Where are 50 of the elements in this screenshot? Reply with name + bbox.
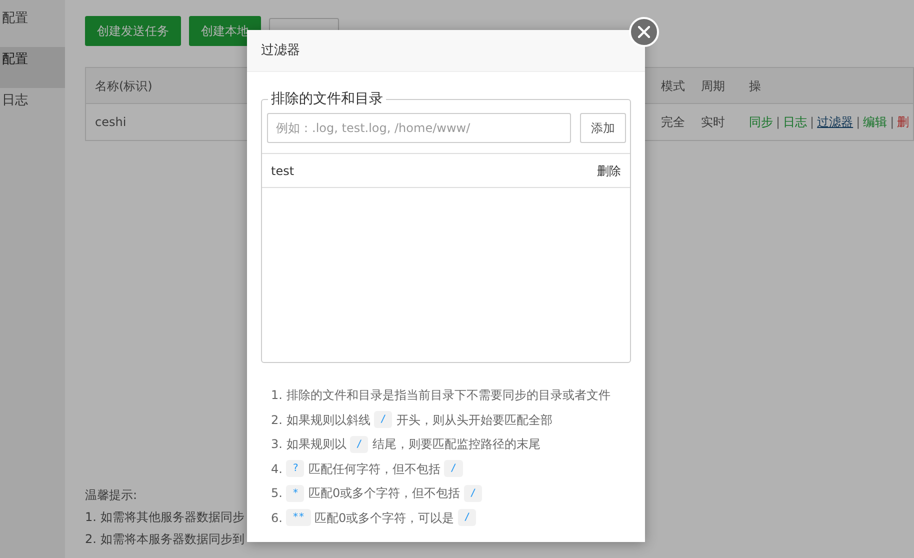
note-text: 3. 如果规则以 [271, 436, 346, 454]
sidebar-item[interactable]: 配置 [0, 47, 65, 88]
separator: | [890, 115, 894, 129]
column-header: 名称(标识) [95, 78, 152, 92]
entry-path: test [271, 162, 294, 180]
tip-line: 2. 如需将本服务器数据同步到 [85, 531, 244, 548]
action-link[interactable]: 过滤器 [817, 115, 854, 129]
code-chip: / [464, 484, 482, 502]
note-text: 开头，则从头开始要匹配全部 [396, 412, 552, 429]
note-text: 匹配0或多个字符，但不包括 [308, 485, 460, 502]
action-link[interactable]: 编辑 [863, 115, 888, 129]
tip-line: 1. 如需将其他服务器数据同步 [85, 509, 244, 526]
separator: | [810, 115, 814, 129]
table-cell: 实时 [701, 115, 725, 129]
note-text: 结尾，则要匹配监控路径的末尾 [372, 436, 540, 454]
note-text: 匹配任何字符，但不包括 [308, 460, 440, 478]
sidebar-item[interactable]: 日志 [0, 88, 28, 129]
close-icon [638, 26, 650, 38]
code-chip: * [286, 484, 304, 502]
code-chip: / [350, 436, 368, 453]
tips-title: 温馨提示: [85, 487, 138, 504]
note-text: 2. 如果规则以斜线 [271, 412, 370, 429]
close-button[interactable] [629, 17, 659, 47]
action-link[interactable]: 删 [897, 115, 910, 129]
separator: | [776, 115, 780, 129]
note-text: 匹配0或多个字符，可以是 [314, 510, 454, 527]
delete-link[interactable]: 删除 [597, 162, 621, 180]
column-header: 周期 [701, 78, 725, 92]
table-cell: ceshi [95, 115, 126, 129]
input-field[interactable]: 例如：.log, test.log, /home/www/ [267, 113, 571, 143]
note-text: 4. [271, 460, 282, 478]
code-chip: / [444, 460, 463, 478]
sidebar-item[interactable]: 配置 [0, 6, 28, 47]
column-header: 操 [749, 78, 761, 92]
add-button[interactable]: 添加 [580, 113, 626, 143]
code-chip: / [458, 509, 476, 526]
code-chip: / [374, 411, 392, 428]
panel-legend: 排除的文件和目录 [268, 91, 386, 107]
code-chip: ** [286, 509, 310, 526]
create-button[interactable]: 创建发送任务 [85, 16, 181, 46]
note-text: 1. 排除的文件和目录是指当前目录下不需要同步的目录或者文件 [271, 387, 610, 404]
note-text: 5. [271, 485, 282, 502]
code-chip: ? [286, 460, 304, 478]
action-link[interactable]: 同步 [749, 115, 773, 129]
note-text: 6. [271, 510, 282, 527]
separator: | [856, 115, 860, 129]
table-cell: 完全 [661, 115, 685, 129]
column-header: 模式 [661, 78, 685, 92]
action-link[interactable]: 日志 [783, 115, 808, 129]
dialog-title: 过滤器 [247, 30, 645, 72]
